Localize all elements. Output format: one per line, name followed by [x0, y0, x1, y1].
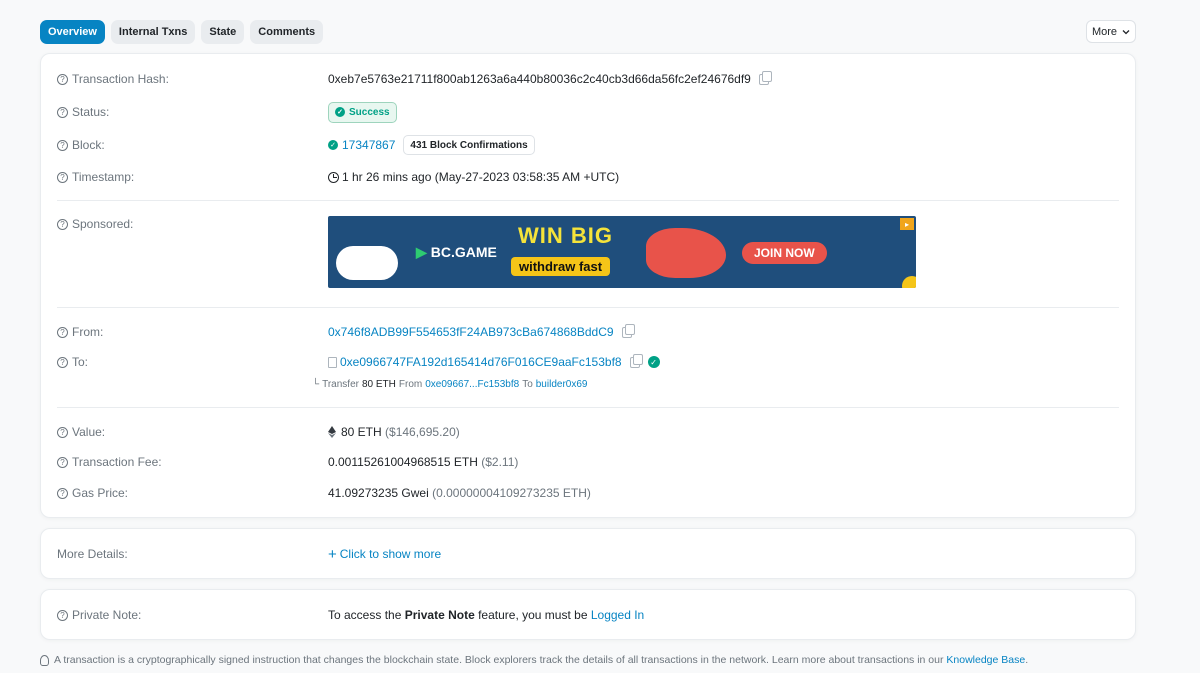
transfer-amount: 80 ETH	[361, 379, 396, 390]
copy-icon[interactable]	[621, 323, 635, 338]
value-amount: 80 ETH	[341, 425, 382, 439]
help-icon[interactable]: ?	[57, 326, 68, 338]
private-note-label: ? Private Note:	[57, 608, 141, 622]
tx-hash-row: ? Transaction Hash: 0xeb7e5763e21711f800a…	[57, 70, 1119, 87]
timestamp-row: ? Timestamp: 1 hr 26 mins ago (May-27-202…	[57, 169, 1119, 185]
plus-icon: +	[328, 545, 337, 563]
from-label: ? From:	[57, 325, 103, 339]
divider	[57, 307, 1119, 308]
more-button-label: More	[1091, 25, 1118, 38]
value-row: ? Value: 80 ETH ($146,695.20)	[57, 424, 1119, 440]
corner-arrow-icon: └	[312, 379, 320, 390]
contract-icon	[328, 356, 337, 368]
ethereum-icon	[328, 426, 336, 438]
help-icon[interactable]: ?	[57, 356, 68, 368]
status-label: ? Status:	[57, 105, 109, 119]
more-details-row: More Details: + Click to show more	[57, 546, 1119, 562]
more-button[interactable]: More	[1086, 20, 1136, 43]
block-row: ? Block: ✓ 17347867 431 Block Confirmatio…	[57, 135, 1119, 155]
ad-info-icon[interactable]: ▸	[900, 218, 914, 230]
block-number-link[interactable]: 17347867	[342, 138, 395, 152]
gas-price-amount: 41.09273235 Gwei	[328, 486, 429, 500]
ad-headline: WIN BIG	[518, 223, 613, 248]
show-more-link[interactable]: + Click to show more	[328, 547, 441, 562]
transfer-from-link[interactable]: 0xe09667...Fc153bf8	[425, 379, 519, 390]
status-badge: ✓ Success	[328, 101, 397, 123]
copy-icon[interactable]	[758, 70, 772, 85]
coin-graphic	[902, 276, 916, 288]
transaction-details-card: ? Transaction Hash: 0xeb7e5763e21711f800a…	[40, 53, 1136, 518]
lightbulb-icon	[40, 654, 49, 666]
value-usd: ($146,695.20)	[385, 425, 460, 439]
to-address-link[interactable]: 0xe0966747FA192d165414d76F016CE9aaFc153b…	[340, 355, 622, 369]
block-label: ? Block:	[57, 138, 105, 152]
copy-icon[interactable]	[629, 353, 643, 368]
gas-price-label: ? Gas Price:	[57, 486, 128, 500]
help-icon[interactable]: ?	[57, 139, 68, 151]
verified-check-icon: ✓	[328, 140, 338, 150]
help-icon[interactable]: ?	[57, 487, 68, 499]
divider	[57, 200, 1119, 201]
tab-bar: Overview Internal Txns State Comments	[40, 20, 324, 44]
transfer-to-link[interactable]: builder0x69	[536, 379, 588, 390]
to-row: ? To: 0xe0966747FA192d165414d76F016CE9aaF…	[57, 353, 1119, 370]
status-row: ? Status: ✓ Success	[57, 101, 1119, 123]
help-icon[interactable]: ?	[57, 609, 68, 621]
divider	[57, 407, 1119, 408]
private-note-card: ? Private Note: To access the Private Not…	[40, 589, 1136, 640]
gas-price-eth: (0.00000004109273235 ETH)	[432, 486, 591, 500]
ad-mascot-image	[646, 228, 726, 278]
more-details-label: More Details:	[57, 547, 128, 561]
from-address-link[interactable]: 0x746f8ADB99F554653fF24AB973cBa674868Bdd…	[328, 325, 614, 339]
help-icon[interactable]: ?	[57, 73, 68, 85]
help-icon[interactable]: ?	[57, 218, 68, 230]
ad-brand-logo: ▶ BC.GAME	[416, 244, 497, 260]
fee-row: ? Transaction Fee: 0.00115261004968515 ET…	[57, 454, 1119, 470]
help-icon[interactable]: ?	[57, 426, 68, 438]
clock-icon	[328, 171, 339, 183]
private-note-row: ? Private Note: To access the Private Not…	[57, 607, 1119, 623]
timestamp-label: ? Timestamp:	[57, 170, 134, 184]
more-details-card: More Details: + Click to show more	[40, 528, 1136, 579]
login-link[interactable]: Logged In	[591, 608, 644, 622]
timestamp-value: 1 hr 26 mins ago (May-27-2023 03:58:35 A…	[342, 170, 620, 184]
gas-price-row: ? Gas Price: 41.09273235 Gwei (0.00000004…	[57, 485, 1119, 501]
fee-label: ? Transaction Fee:	[57, 455, 162, 469]
internal-transfer-line: └ Transfer 80 ETH From 0xe09667...Fc153b…	[312, 379, 588, 390]
tab-comments[interactable]: Comments	[250, 20, 324, 44]
ad-join-button[interactable]: JOIN NOW	[742, 242, 827, 264]
value-label: ? Value:	[57, 425, 105, 439]
confirmations-badge: 431 Block Confirmations	[403, 135, 535, 155]
check-circle-icon: ✓	[335, 107, 345, 117]
tab-internal-txns[interactable]: Internal Txns	[110, 20, 196, 44]
help-icon[interactable]: ?	[57, 106, 68, 118]
fee-amount: 0.00115261004968515 ETH	[328, 455, 478, 469]
knowledge-base-link[interactable]: Knowledge Base	[946, 654, 1025, 666]
sponsored-label: ? Sponsored:	[57, 217, 133, 231]
chevron-down-icon	[1122, 29, 1130, 34]
tx-hash-label: ? Transaction Hash:	[57, 72, 169, 86]
footer-note: A transaction is a cryptographically sig…	[40, 654, 1028, 666]
sponsored-ad-banner[interactable]: ▶ BC.GAME WIN BIG withdraw fast JOIN NOW …	[328, 216, 916, 288]
ad-tagline: withdraw fast	[511, 257, 611, 276]
private-note-bold: Private Note	[404, 608, 475, 622]
fee-usd: ($2.11)	[481, 455, 519, 469]
help-icon[interactable]: ?	[57, 171, 68, 183]
cloud-graphic	[336, 246, 398, 280]
tx-hash-value: 0xeb7e5763e21711f800ab1263a6a440b80036c2…	[328, 72, 751, 86]
tab-state[interactable]: State	[201, 20, 245, 44]
to-label: ? To:	[57, 355, 88, 369]
verified-contract-icon: ✓	[647, 356, 660, 368]
from-row: ? From: 0x746f8ADB99F554653fF24AB973cBa67…	[57, 323, 1119, 340]
help-icon[interactable]: ?	[57, 456, 68, 468]
tab-overview[interactable]: Overview	[40, 20, 105, 44]
